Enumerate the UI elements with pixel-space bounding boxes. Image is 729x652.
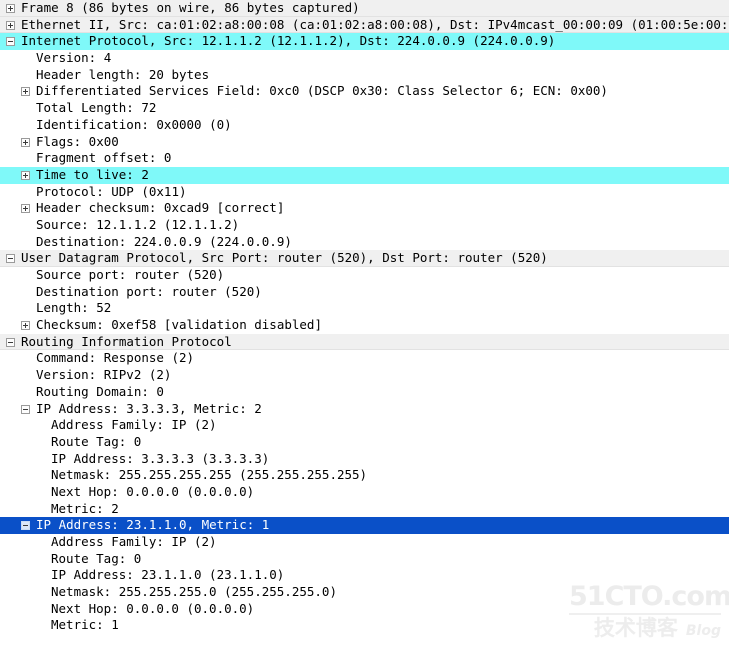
tree-row-address-family-2[interactable]: Address Family: IP (2)	[0, 534, 729, 551]
tree-row-route-tag-1[interactable]: Route Tag: 0	[0, 434, 729, 451]
tree-row-label: Source port: router (520)	[36, 267, 225, 282]
collapse-icon[interactable]	[6, 254, 15, 264]
tree-row-rip-entry-1[interactable]: IP Address: 3.3.3.3, Metric: 2	[0, 401, 729, 418]
tree-row-label: Header checksum: 0xcad9 [correct]	[36, 200, 285, 216]
tree-row-command[interactable]: Command: Response (2)	[0, 350, 729, 367]
tree-row-label: Command: Response (2)	[36, 350, 195, 366]
tree-row-label: IP Address: 3.3.3.3 (3.3.3.3)	[51, 450, 270, 466]
tree-row-label: Routing Information Protocol	[21, 333, 232, 349]
expand-icon[interactable]	[21, 170, 30, 180]
tree-row-next-hop-2[interactable]: Next Hop: 0.0.0.0 (0.0.0.0)	[0, 601, 729, 618]
tree-row-total-length[interactable]: Total Length: 72	[0, 100, 729, 117]
expand-icon[interactable]	[21, 204, 30, 214]
tree-row-rip-entry-2[interactable]: IP Address: 23.1.1.0, Metric: 1	[0, 517, 729, 534]
tree-row-dsfield[interactable]: Differentiated Services Field: 0xc0 (DSC…	[0, 83, 729, 100]
tree-row-label: Ethernet II, Src: ca:01:02:a8:00:08 (ca:…	[21, 16, 729, 32]
tree-row-protocol[interactable]: Protocol: UDP (0x11)	[0, 184, 729, 201]
tree-row-identification[interactable]: Identification: 0x0000 (0)	[0, 117, 729, 134]
tree-row-header-checksum[interactable]: Header checksum: 0xcad9 [correct]	[0, 200, 729, 217]
tree-row-label: Routing Domain: 0	[36, 383, 164, 399]
tree-row-route-tag-2[interactable]: Route Tag: 0	[0, 551, 729, 568]
tree-row-label: Address Family: IP (2)	[51, 417, 217, 433]
tree-row-label: Version: 4	[36, 50, 112, 66]
tree-row-label: Header length: 20 bytes	[36, 66, 210, 82]
tree-row-source-port[interactable]: Source port: router (520)	[0, 267, 729, 284]
tree-row-metric-2[interactable]: Metric: 1	[0, 617, 729, 634]
tree-row-label: IP Address: 3.3.3.3, Metric: 2	[36, 400, 262, 416]
tree-row-label: Destination: 224.0.0.9 (224.0.0.9)	[36, 233, 292, 249]
tree-row-metric-1[interactable]: Metric: 2	[0, 501, 729, 518]
expand-icon[interactable]	[21, 321, 30, 331]
tree-row-ip-address-2[interactable]: IP Address: 23.1.1.0 (23.1.1.0)	[0, 567, 729, 584]
tree-row-label: Flags: 0x00	[36, 133, 119, 149]
tree-row-udp-length[interactable]: Length: 52	[0, 300, 729, 317]
tree-row-address-family-1[interactable]: Address Family: IP (2)	[0, 417, 729, 434]
tree-row-version[interactable]: Version: 4	[0, 50, 729, 67]
tree-row-label: Length: 52	[36, 300, 112, 316]
tree-row-time-to-live[interactable]: Time to live: 2	[0, 166, 729, 184]
tree-row-label: Total Length: 72	[36, 100, 157, 116]
tree-row-label: User Datagram Protocol, Src Port: router…	[21, 250, 548, 266]
tree-row-destination[interactable]: Destination: 224.0.0.9 (224.0.0.9)	[0, 234, 729, 251]
tree-row-internet-protocol[interactable]: Internet Protocol, Src: 12.1.1.2 (12.1.1…	[0, 33, 729, 51]
tree-row-label: Netmask: 255.255.255.255 (255.255.255.25…	[51, 467, 368, 483]
tree-row-ip-address-1[interactable]: IP Address: 3.3.3.3 (3.3.3.3)	[0, 451, 729, 468]
tree-row-udp-checksum[interactable]: Checksum: 0xef58 [validation disabled]	[0, 317, 729, 334]
tree-row-fragment-offset[interactable]: Fragment offset: 0	[0, 150, 729, 167]
tree-row-label: Internet Protocol, Src: 12.1.1.2 (12.1.1…	[21, 33, 556, 49]
tree-row-flags[interactable]: Flags: 0x00	[0, 134, 729, 151]
tree-row-label: Next Hop: 0.0.0.0 (0.0.0.0)	[51, 600, 255, 616]
tree-row-label: Version: RIPv2 (2)	[36, 367, 172, 383]
tree-row-destination-port[interactable]: Destination port: router (520)	[0, 284, 729, 301]
tree-row-netmask-2[interactable]: Netmask: 255.255.255.0 (255.255.255.0)	[0, 584, 729, 601]
expand-icon[interactable]	[6, 20, 15, 30]
tree-row-label: IP Address: 23.1.1.0, Metric: 1	[36, 517, 270, 533]
packet-details-tree[interactable]: Frame 8 (86 bytes on wire, 86 bytes capt…	[0, 0, 729, 652]
tree-row-label: Next Hop: 0.0.0.0 (0.0.0.0)	[51, 483, 255, 499]
tree-row-routing-domain[interactable]: Routing Domain: 0	[0, 384, 729, 401]
tree-row-label: Checksum: 0xef58 [validation disabled]	[36, 317, 322, 333]
tree-row-label: Route Tag: 0	[51, 433, 142, 449]
tree-row-label: Time to live: 2	[36, 166, 149, 182]
tree-row-label: Differentiated Services Field: 0xc0 (DSC…	[36, 83, 608, 99]
tree-row-next-hop-1[interactable]: Next Hop: 0.0.0.0 (0.0.0.0)	[0, 484, 729, 501]
tree-row-label: Metric: 1	[51, 617, 119, 633]
expand-icon[interactable]	[6, 4, 15, 13]
collapse-icon[interactable]	[6, 337, 15, 347]
tree-row-label: Source: 12.1.1.2 (12.1.1.2)	[36, 216, 240, 232]
expand-icon[interactable]	[21, 87, 30, 97]
tree-row-label: Metric: 2	[51, 500, 119, 516]
expand-icon[interactable]	[21, 137, 30, 147]
tree-row-label: Frame 8 (86 bytes on wire, 86 bytes capt…	[21, 0, 360, 15]
tree-row-rip[interactable]: Routing Information Protocol	[0, 333, 729, 351]
tree-row-label: Fragment offset: 0	[36, 150, 172, 166]
tree-row-ethernet[interactable]: Ethernet II, Src: ca:01:02:a8:00:08 (ca:…	[0, 16, 729, 34]
tree-row-label: Protocol: UDP (0x11)	[36, 183, 187, 199]
tree-row-label: Identification: 0x0000 (0)	[36, 116, 232, 132]
tree-row-rip-version[interactable]: Version: RIPv2 (2)	[0, 367, 729, 384]
tree-row-frame[interactable]: Frame 8 (86 bytes on wire, 86 bytes capt…	[0, 0, 729, 17]
tree-row-udp[interactable]: User Datagram Protocol, Src Port: router…	[0, 250, 729, 267]
tree-row-netmask-1[interactable]: Netmask: 255.255.255.255 (255.255.255.25…	[0, 467, 729, 484]
tree-row-label: Route Tag: 0	[51, 550, 142, 566]
collapse-icon[interactable]	[21, 404, 30, 414]
tree-row-header-length[interactable]: Header length: 20 bytes	[0, 67, 729, 84]
tree-row-label: IP Address: 23.1.1.0 (23.1.1.0)	[51, 567, 285, 583]
tree-row-label: Destination port: router (520)	[36, 283, 262, 299]
tree-row-label: Netmask: 255.255.255.0 (255.255.255.0)	[51, 584, 337, 600]
collapse-icon[interactable]	[6, 37, 15, 47]
collapse-icon[interactable]	[21, 521, 30, 531]
tree-row-source[interactable]: Source: 12.1.1.2 (12.1.1.2)	[0, 217, 729, 234]
tree-row-label: Address Family: IP (2)	[51, 534, 217, 549]
